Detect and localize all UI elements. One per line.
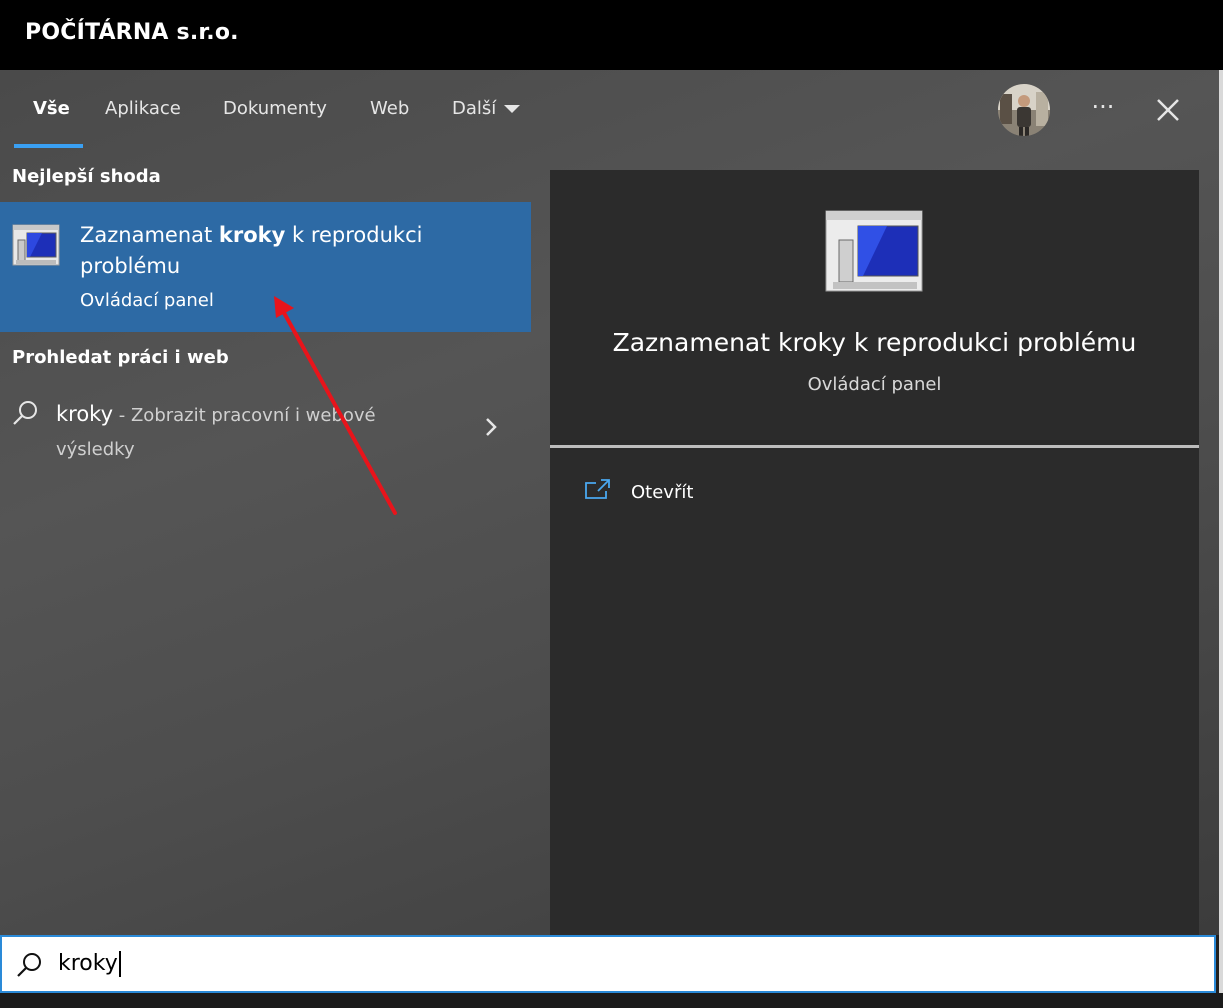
tab-documents[interactable]: Dokumenty <box>223 98 327 119</box>
web-search-result[interactable]: kroky - Zobrazit pracovní i webové výsle… <box>0 385 531 475</box>
open-icon <box>585 479 610 499</box>
tab-more[interactable]: Další <box>452 98 521 119</box>
more-options-button[interactable]: ··· <box>1086 92 1120 126</box>
avatar[interactable] <box>998 84 1050 136</box>
avatar-photo-icon <box>998 84 1050 136</box>
search-icon <box>17 953 41 977</box>
steps-recorder-icon <box>12 224 60 266</box>
open-label: Otevřít <box>631 482 694 503</box>
steps-recorder-large-icon <box>825 210 923 292</box>
taskbar-edge <box>0 993 1223 1008</box>
tab-more-label: Další <box>452 98 497 119</box>
active-tab-indicator <box>14 144 83 148</box>
caret-down-icon <box>504 105 521 113</box>
preview-divider <box>550 445 1199 448</box>
web-result-text: kroky - Zobrazit pracovní i webové výsle… <box>56 397 416 467</box>
best-match-result[interactable]: Zaznamenat kroky k reprodukci problému O… <box>0 202 531 332</box>
close-button[interactable] <box>1150 92 1186 128</box>
search-icon <box>13 401 37 425</box>
window-edge <box>1219 70 1223 1008</box>
best-match-name: Zaznamenat kroky k reprodukci problému <box>80 220 480 282</box>
tab-apps[interactable]: Aplikace <box>105 98 181 119</box>
search-web-heading: Prohledat práci i web <box>12 347 229 368</box>
tab-web[interactable]: Web <box>370 98 409 119</box>
window-title: POČÍTÁRNA s.r.o. <box>25 20 239 45</box>
web-result-term: kroky <box>56 402 114 426</box>
preview-subtitle: Ovládací panel <box>807 374 942 395</box>
title-bar: POČÍTÁRNA s.r.o. <box>0 0 1223 70</box>
text-cursor <box>118 951 121 977</box>
name-prefix: Zaznamenat <box>80 223 219 247</box>
close-icon <box>1157 99 1179 121</box>
open-button[interactable]: Otevřít <box>584 478 693 508</box>
chevron-right-icon[interactable] <box>482 415 500 439</box>
name-highlight: kroky <box>218 223 286 247</box>
best-match-heading: Nejlepší shoda <box>12 166 161 187</box>
search-box[interactable]: kroky <box>0 935 1216 993</box>
best-match-subtitle: Ovládací panel <box>80 290 214 311</box>
preview-title: Zaznamenat kroky k reprodukci problému <box>612 328 1137 357</box>
preview-pane: Zaznamenat kroky k reprodukci problému O… <box>550 170 1199 935</box>
search-input[interactable]: kroky <box>58 951 121 977</box>
search-value: kroky <box>58 951 118 976</box>
tab-all[interactable]: Vše <box>33 98 70 119</box>
